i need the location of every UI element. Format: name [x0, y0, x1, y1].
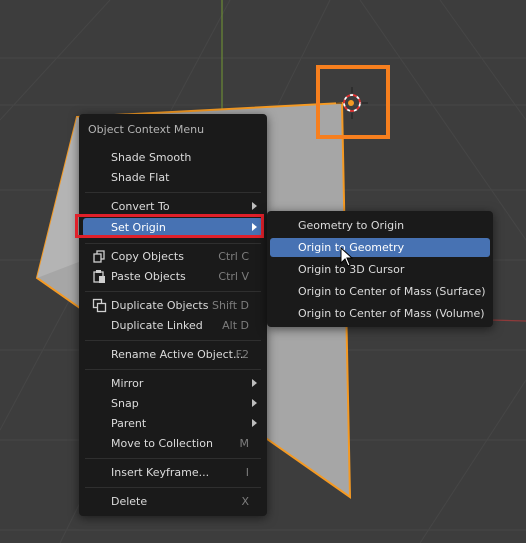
duplicate-linked-item[interactable]: Duplicate Linked Alt D — [83, 316, 263, 335]
mirror-item[interactable]: Mirror — [83, 374, 263, 393]
set-origin-submenu: Geometry to Origin Origin to Geometry Or… — [267, 211, 493, 327]
insert-keyframe-item[interactable]: Insert Keyframe... I — [83, 463, 263, 482]
snap-item[interactable]: Snap — [83, 394, 263, 413]
rename-active-object-item[interactable]: Rename Active Object... F2 — [83, 345, 263, 364]
object-context-menu: Object Context Menu Shade Smooth Shade F… — [79, 114, 267, 516]
delete-item[interactable]: Delete X — [83, 492, 263, 511]
submenu-arrow-icon — [252, 419, 257, 427]
mouse-pointer-icon — [340, 247, 354, 267]
parent-item[interactable]: Parent — [83, 414, 263, 433]
origin-point-icon — [348, 100, 354, 106]
origin-to-geometry-item[interactable]: Origin to Geometry — [270, 238, 490, 257]
shade-flat-item[interactable]: Shade Flat — [83, 168, 263, 187]
submenu-arrow-icon — [252, 399, 257, 407]
origin-to-center-of-mass-surface-item[interactable]: Origin to Center of Mass (Surface) — [270, 282, 490, 301]
paste-icon — [93, 270, 105, 283]
geometry-to-origin-item[interactable]: Geometry to Origin — [270, 216, 490, 235]
shade-smooth-item[interactable]: Shade Smooth — [83, 148, 263, 167]
duplicate-objects-item[interactable]: Duplicate Objects Shift D — [83, 296, 263, 315]
menu-separator — [85, 243, 261, 244]
menu-separator — [85, 458, 261, 459]
duplicate-icon — [92, 298, 107, 313]
paste-objects-item[interactable]: Paste Objects Ctrl V — [83, 267, 263, 286]
context-menu-title: Object Context Menu — [88, 123, 205, 136]
origin-to-3d-cursor-item[interactable]: Origin to 3D Cursor — [270, 260, 490, 279]
menu-separator — [85, 291, 261, 292]
submenu-arrow-icon — [252, 202, 257, 210]
menu-separator — [85, 487, 261, 488]
set-origin-highlight-box — [75, 214, 264, 238]
menu-separator — [85, 340, 261, 341]
move-to-collection-item[interactable]: Move to Collection M — [83, 434, 263, 453]
x-axis-line — [489, 319, 526, 322]
menu-separator — [85, 192, 261, 193]
copy-objects-item[interactable]: Copy Objects Ctrl C — [83, 247, 263, 266]
submenu-arrow-icon — [252, 379, 257, 387]
copy-icon — [93, 250, 105, 263]
origin-to-center-of-mass-volume-item[interactable]: Origin to Center of Mass (Volume) — [270, 304, 490, 323]
menu-separator — [85, 369, 261, 370]
